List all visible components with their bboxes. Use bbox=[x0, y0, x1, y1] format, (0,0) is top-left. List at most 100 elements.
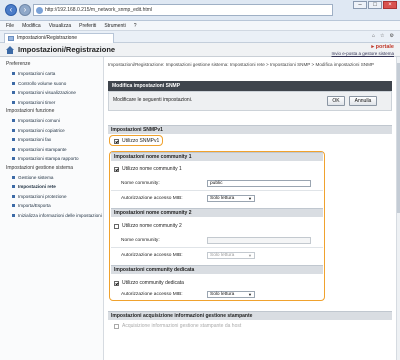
bullet-icon bbox=[12, 157, 15, 160]
sidebar-item-label: Impostazioni carta bbox=[18, 71, 56, 76]
sidebar-item-label: Impostazioni comuni bbox=[18, 118, 60, 123]
browser-tab[interactable]: Impostazioni/Registrazione bbox=[4, 33, 114, 43]
bullet-icon bbox=[12, 91, 15, 94]
divider bbox=[111, 247, 323, 248]
sidebar-item-label: Impostazioni timer bbox=[18, 99, 56, 105]
minimize-button[interactable]: – bbox=[353, 1, 367, 9]
acquire-checkbox-row[interactable]: Acquisizione informazioni gestione stamp… bbox=[114, 323, 241, 329]
dedicated-checkbox-row[interactable]: Utilizzo community dedicata bbox=[114, 280, 184, 286]
tab-title: Impostazioni/Registrazione bbox=[17, 35, 78, 41]
forward-button[interactable]: › bbox=[19, 4, 31, 16]
community2-checkbox[interactable] bbox=[114, 223, 119, 229]
bullet-icon bbox=[12, 194, 15, 198]
community1-access-select[interactable]: Solo lettura ▼ bbox=[207, 195, 255, 202]
sidebar-item-label: Impostazioni visualizzazione bbox=[18, 90, 76, 95]
acquire-label: Acquisizione informazioni gestione stamp… bbox=[122, 323, 242, 329]
chevron-down-icon: ▼ bbox=[248, 196, 252, 201]
community2-label: Utilizzo nome community 2 bbox=[122, 223, 182, 229]
sidebar-item-common[interactable]: Impostazioni comuni bbox=[0, 116, 103, 126]
community2-name-label: Nome community: bbox=[121, 238, 160, 243]
community2-checkbox-row[interactable]: Utilizzo nome community 2 bbox=[114, 223, 182, 229]
sidebar-item-display[interactable]: Impostazioni visualizzazione bbox=[0, 88, 103, 98]
bullet-icon bbox=[12, 72, 15, 75]
home-icon[interactable]: ⌂ bbox=[372, 33, 375, 39]
sidebar-item-network[interactable]: Impostazioni rete bbox=[0, 182, 103, 192]
select-value: Solo lettura bbox=[210, 253, 235, 258]
window-controls: – □ × bbox=[353, 1, 397, 9]
sidebar-item-copier[interactable]: Impostazioni copiatrice bbox=[0, 126, 103, 136]
menu-bar: File Modifica Visualizza Preferiti Strum… bbox=[0, 21, 400, 31]
back-button[interactable]: ‹ bbox=[5, 4, 17, 16]
sidebar-section-system: Impostazioni gestione sistema bbox=[6, 164, 73, 171]
snmpv1-checkbox[interactable] bbox=[114, 138, 119, 144]
community1-label: Utilizzo nome community 1 bbox=[122, 166, 182, 172]
mail-admin-link[interactable]: Invio e-posta a gestore sistema bbox=[331, 51, 394, 56]
menu-view[interactable]: Visualizza bbox=[49, 23, 71, 29]
dedicated-access-label: Autorizzazione accesso MIB: bbox=[121, 292, 183, 297]
sidebar-item-volume[interactable]: Controllo volume suono bbox=[0, 79, 103, 89]
community1-checkbox[interactable] bbox=[114, 166, 119, 172]
menu-file[interactable]: File bbox=[6, 23, 14, 29]
snmpv1-checkbox-row[interactable]: Utilizzo SNMPv1 bbox=[114, 138, 159, 144]
portal-link[interactable]: ▸ portale bbox=[371, 44, 394, 50]
maximize-button[interactable]: □ bbox=[368, 1, 382, 9]
bullet-icon bbox=[12, 119, 15, 122]
sidebar-item-report[interactable]: Impostazioni stampa rapporto bbox=[0, 154, 103, 164]
panel-title: Modifica impostazioni SNMP bbox=[108, 81, 392, 91]
bullet-icon bbox=[12, 147, 15, 151]
sidebar-item-fax[interactable]: Impostazioni fax bbox=[0, 135, 103, 145]
sidebar-item-system-management[interactable]: Gestione sistema bbox=[0, 173, 103, 183]
ok-button[interactable]: OK bbox=[327, 96, 345, 106]
tab-page-icon bbox=[8, 36, 14, 41]
cancel-button[interactable]: Annulla bbox=[349, 96, 377, 106]
sidebar-item-label: Inizializza informazioni delle impostazi… bbox=[18, 212, 102, 218]
sidebar-item-paper[interactable]: Impostazioni carta bbox=[0, 69, 103, 79]
bullet-icon bbox=[12, 185, 15, 188]
community1-checkbox-row[interactable]: Utilizzo nome community 1 bbox=[114, 166, 182, 172]
dedicated-label: Utilizzo community dedicata bbox=[122, 280, 184, 286]
main-content: Impostazioni/Registrazione: Impostazioni… bbox=[105, 57, 396, 360]
bullet-icon bbox=[12, 128, 15, 132]
select-value: Solo lettura bbox=[210, 292, 235, 297]
menu-help[interactable]: ? bbox=[134, 23, 137, 29]
community1-name-label: Nome community: bbox=[121, 181, 160, 186]
community1-heading: Impostazioni nome community 1 bbox=[111, 152, 323, 161]
community2-access-select[interactable]: Solo lettura ▼ bbox=[207, 252, 255, 259]
bullet-icon bbox=[12, 100, 15, 104]
chevron-down-icon: ▼ bbox=[248, 253, 252, 258]
sidebar-item-label: Impostazioni protezione bbox=[18, 193, 67, 199]
menu-edit[interactable]: Modifica bbox=[22, 23, 41, 29]
bullet-icon bbox=[12, 213, 15, 217]
community1-name-input[interactable]: public bbox=[207, 180, 311, 187]
sidebar-item-label: Impostazioni stampa rapporto bbox=[18, 156, 79, 161]
sidebar-item-timer[interactable]: Impostazioni timer bbox=[0, 98, 103, 108]
sidebar-item-import-export[interactable]: Importa/Esporta bbox=[0, 201, 103, 211]
page-scrollbar[interactable] bbox=[396, 57, 400, 360]
gear-icon[interactable]: ⚙ bbox=[390, 33, 394, 39]
sidebar-item-security[interactable]: Impostazioni protezione bbox=[0, 192, 103, 202]
sidebar-item-printer[interactable]: Impostazioni stampante bbox=[0, 145, 103, 155]
sidebar-section-functions: Impostazioni funzione bbox=[6, 108, 55, 114]
close-button[interactable]: × bbox=[383, 1, 397, 9]
community2-access-label: Autorizzazione accesso MIB: bbox=[121, 253, 183, 258]
address-bar[interactable]: http://192.168.0.215/m_network_snmp_edit… bbox=[33, 4, 333, 16]
dedicated-checkbox[interactable] bbox=[114, 280, 119, 286]
acquire-checkbox[interactable] bbox=[114, 323, 119, 329]
tab-bar: Impostazioni/Registrazione ⌂ ☆ ⚙ bbox=[0, 31, 400, 43]
community2-name-input[interactable] bbox=[207, 237, 311, 244]
dedicated-access-select[interactable]: Solo lettura ▼ bbox=[207, 291, 255, 298]
settings-home-icon bbox=[6, 46, 14, 54]
acquire-heading: Impostazioni acquisizione informazioni g… bbox=[108, 311, 392, 320]
sidebar-item-label: Importa/Esporta bbox=[18, 203, 51, 208]
sidebar-item-initialize[interactable]: Inizializza informazioni delle impostazi… bbox=[0, 211, 103, 221]
star-icon[interactable]: ☆ bbox=[380, 33, 384, 39]
page-icon bbox=[36, 7, 43, 14]
sidebar-item-label: Impostazioni copiatrice bbox=[18, 127, 65, 133]
sidebar: Preferenze Impostazioni carta Controllo … bbox=[0, 57, 104, 360]
breadcrumb: Impostazioni/Registrazione: Impostazioni… bbox=[108, 62, 374, 67]
menu-favorites[interactable]: Preferiti bbox=[79, 23, 96, 29]
dedicated-heading: Impostazioni community dedicata bbox=[111, 265, 323, 274]
snmpv1-label: Utilizzo SNMPv1 bbox=[122, 138, 160, 144]
bullet-icon bbox=[12, 81, 15, 85]
menu-tools[interactable]: Strumenti bbox=[104, 23, 125, 29]
